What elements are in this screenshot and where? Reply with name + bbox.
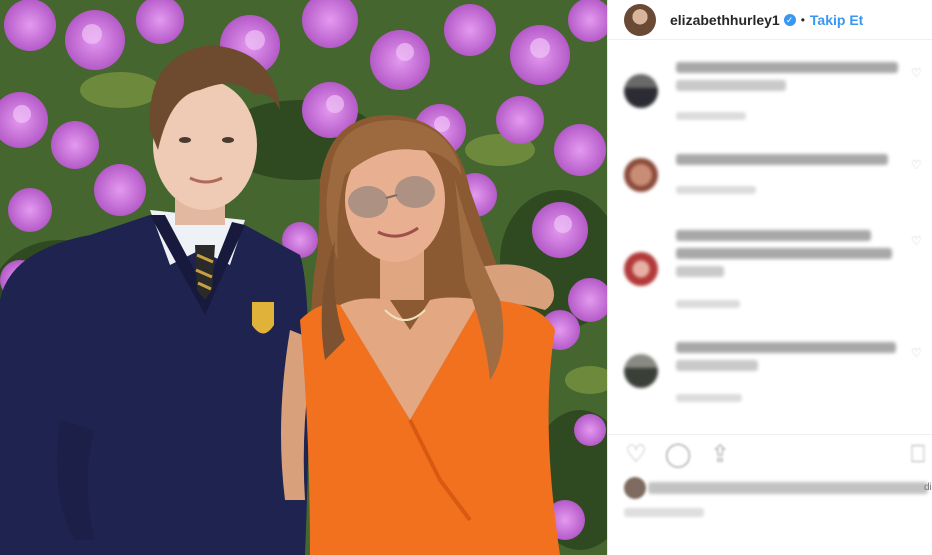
comment-text-blurred — [676, 360, 758, 371]
comment-text-blurred — [676, 62, 898, 73]
comment-text-blurred — [676, 80, 786, 91]
separator-dot: • — [800, 12, 805, 27]
post-action-bar: ♡ ◯ ⇪ ⎕ — [608, 434, 932, 477]
comment-meta-blurred — [676, 186, 756, 194]
username-link[interactable]: elizabethhurley1 — [670, 12, 780, 28]
comment-text-blurred — [676, 342, 896, 353]
comment-like-heart-icon[interactable]: ♡ — [911, 159, 922, 171]
comment-text-blurred — [676, 230, 871, 241]
comment-like-heart-icon[interactable]: ♡ — [911, 67, 922, 79]
commenter-avatar[interactable] — [624, 158, 658, 192]
comment-like-heart-icon[interactable]: ♡ — [911, 235, 922, 247]
profile-avatar[interactable] — [624, 3, 656, 36]
share-icon[interactable]: ⇪ — [706, 441, 734, 469]
comment-text-blurred — [676, 266, 724, 277]
post-sidebar: elizabethhurley1 ✓ • Takip Et ♡ ♡ ♡ ♡ ♡ … — [607, 0, 932, 555]
comment-text-blurred — [676, 154, 888, 165]
comment-text-blurred — [676, 248, 892, 259]
comment-like-heart-icon[interactable]: ♡ — [911, 347, 922, 359]
comment-meta-blurred — [676, 394, 742, 402]
follow-button[interactable]: Takip Et — [810, 12, 863, 28]
comment-icon[interactable]: ◯ — [664, 441, 692, 469]
liker-avatar[interactable] — [624, 477, 646, 499]
commenter-avatar[interactable] — [624, 74, 658, 108]
comment-meta-blurred — [676, 300, 740, 308]
photo-illustration — [0, 0, 607, 555]
commenter-avatar[interactable] — [624, 252, 658, 286]
commenter-avatar[interactable] — [624, 354, 658, 388]
post-header: elizabethhurley1 ✓ • Takip Et — [608, 0, 932, 40]
post-photo[interactable] — [0, 0, 607, 555]
heart-icon[interactable]: ♡ — [622, 441, 650, 469]
likes-text-edge: di — [924, 482, 932, 493]
post-date-blurred — [624, 508, 704, 517]
bookmark-icon[interactable]: ⎕ — [904, 441, 932, 469]
comment-meta-blurred — [676, 112, 746, 120]
verified-badge-icon: ✓ — [783, 13, 796, 26]
likes-text-blurred — [648, 482, 928, 494]
